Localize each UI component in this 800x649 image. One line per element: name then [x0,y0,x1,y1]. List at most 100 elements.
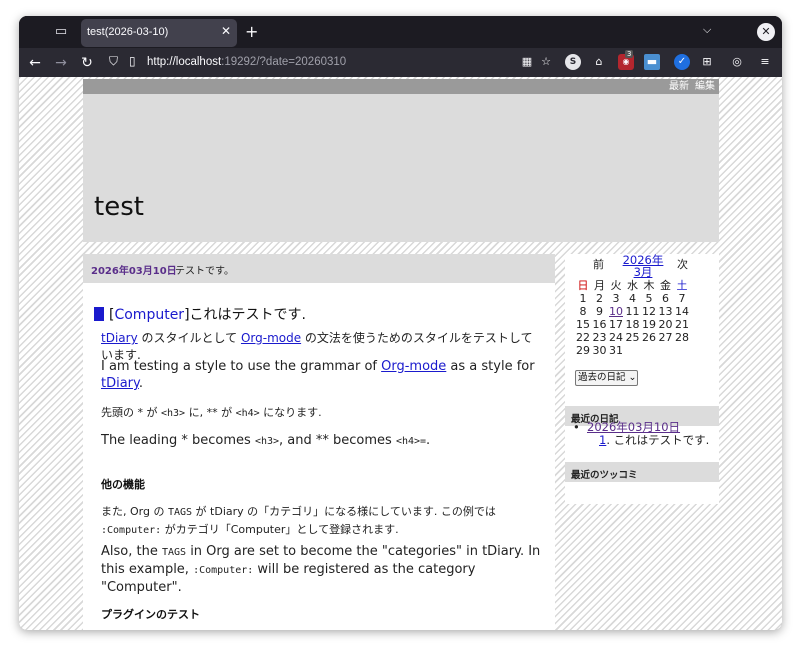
list-item: 2026年03月10日 1. これはテストです. [587,420,710,447]
close-icon[interactable]: ✕ [221,24,231,38]
calendar-next-link[interactable]: 次 [677,256,688,272]
reload-icon[interactable]: ↻ [77,53,97,73]
calendar-day: 23 [592,331,607,344]
calendar-weekday: 水 [627,279,638,292]
url-text[interactable]: http://localhost:19292/?date=20260310 [147,56,346,68]
tab-bar: ▭ test(2026-03-10) ✕ + ⌵ ✕ [19,16,782,48]
tab-list-icon[interactable]: ▭ [51,23,71,41]
paragraph-6: Also, the TAGS in Org are set to become … [101,544,541,595]
top-nav-links: 最新 編集 [83,79,719,94]
section-heading: [Computer]これはテストです. [94,304,306,324]
browser-window: ▭ test(2026-03-10) ✕ + ⌵ ✕ ← → ↻ ⛉ ▯ htt… [19,16,782,630]
plus-icon[interactable]: + [245,22,258,41]
shield-icon[interactable]: ⛉ [109,54,118,69]
sidebar: 前 2026年 3月 次 日月火水木金土 1 2 3 4 5 6 7 8 9 10 11 12 13 14 15… [565,254,719,504]
heading-other-features: 他の機能 [101,478,145,491]
extension-icon[interactable]: ⌂ [591,54,607,70]
calendar-day: 22 [576,331,590,344]
day-title: 2026年03月10日 テストです。 [83,254,555,283]
org-mode-link-2[interactable]: Org-mode [381,359,446,374]
tab-active[interactable]: test(2026-03-10) ✕ [81,19,237,47]
calendar-day: 13 [658,305,673,318]
calendar-day: 26 [642,331,656,344]
calendar-day: 21 [675,318,689,331]
calendar-prev-link[interactable]: 前 [593,256,604,272]
edit-link[interactable]: 編集 [695,81,715,92]
paragraph-3: 先頭の * が <h3> に, ** が <h4> になります. [101,406,322,419]
calendar-day: 8 [579,305,587,318]
s-extension-icon[interactable]: S [565,54,581,70]
calendar-day: 20 [658,318,673,331]
photo-extension-icon[interactable]: ▬ [644,54,660,70]
paragraph-2: I am testing a style to use the grammar … [101,359,535,391]
calendar-day: 6 [662,292,669,305]
tdiary-link[interactable]: tDiary [101,331,138,345]
calendar-weekday: 火 [610,279,622,292]
calendar-weekday: 土 [676,279,688,292]
menu-icon[interactable]: ≡ [757,54,773,70]
calendar-weekday: 木 [643,279,655,292]
calendar-day: 9 [596,305,603,318]
paragraph-4: The leading * becomes <h3>, and ** becom… [101,433,431,448]
calendar-grid: 日月火水木金土 1 2 3 4 5 6 7 8 9 10 11 12 13 14 15 16 17 18 19 20 21… [576,279,708,357]
tab-title: test(2026-03-10) [87,26,169,38]
calendar-day: 16 [592,318,607,331]
site-header: test [83,94,719,242]
calendar-day: 31 [609,344,623,357]
calendar-day: 24 [609,331,623,344]
calendar-day: 1 [579,292,587,305]
recent-date-link[interactable]: 2026年03月10日 [587,420,680,434]
calendar-day: 19 [642,318,656,331]
category-link[interactable]: Computer [114,307,184,323]
calendar-day: 29 [576,344,590,357]
section-anchor-icon[interactable] [94,307,104,321]
window-close-icon[interactable]: ✕ [757,23,775,41]
calendar-day: 17 [609,318,623,331]
calendar-day: 5 [645,292,653,305]
calendar-day: 12 [642,305,656,318]
calendar-week-row: 15 16 17 18 19 20 21 [576,318,708,331]
calendar-day: 18 [625,318,640,331]
grid-icon[interactable]: ▦ [519,54,535,70]
latest-link[interactable]: 最新 [669,81,689,92]
archive-select[interactable]: 過去の日記 ⌄ [575,370,638,386]
calendar-week-row: 22 23 24 25 26 27 28 [576,331,708,344]
calendar-week-row: 1234567 [578,292,708,305]
page-viewport: 最新 編集 test 2026年03月10日 テストです。 [Computer]こ… [19,77,782,630]
calendar-day: 7 [678,292,686,305]
calendar-day: 27 [658,331,673,344]
diary-main: 2026年03月10日 テストです。 [Computer]これはテストです. t… [83,254,555,630]
calendar-day: 3 [612,292,620,305]
recent-tsukkomi-heading: 最近のツッコミ [565,462,719,482]
calendar-month-link[interactable]: 2026年 3月 [621,254,665,278]
calendar-day: 28 [675,331,689,344]
calendar-day: 14 [675,305,689,318]
url-bar[interactable]: ⛉ ▯ http://localhost:19292/?date=2026031… [105,50,515,75]
calendar-day[interactable]: 10 [607,305,625,318]
site-title: test [94,192,144,222]
tdiary-link-2[interactable]: tDiary [101,376,139,391]
page-icon[interactable]: ▯ [129,54,136,68]
paragraph-5: また, Org の TAGS が tDiary の「カテゴリ」になる様にしていま… [101,505,496,536]
list-bullet: • [573,420,580,434]
calendar-day: 30 [592,344,607,357]
day-subtitle: テストです。 [175,266,234,277]
check-extension-icon[interactable]: ✓ [674,54,690,70]
calendar-day: 2 [596,292,603,305]
calendar-day: 11 [625,305,640,318]
org-mode-link[interactable]: Org-mode [241,331,301,345]
calendar-day: 25 [625,331,640,344]
calendar-day: 15 [576,318,590,331]
calendar-day: 4 [629,292,636,305]
day-date-link[interactable]: 2026年03月10日 [91,262,177,277]
star-icon[interactable]: ☆ [538,54,554,70]
calendar-weekday: 日 [577,279,589,292]
account-icon[interactable]: ◎ [729,54,745,70]
apps-icon[interactable]: ⊞ [699,54,715,70]
calendar-weekday: 金 [660,279,671,292]
back-icon[interactable]: ← [25,53,45,73]
calendar-weekday-row: 日月火水木金土 [578,279,708,292]
chevron-down-icon[interactable]: ⌵ [703,23,711,37]
nav-bar: ← → ↻ ⛉ ▯ http://localhost:19292/?date=2… [19,48,782,77]
forward-icon[interactable]: → [51,53,71,73]
